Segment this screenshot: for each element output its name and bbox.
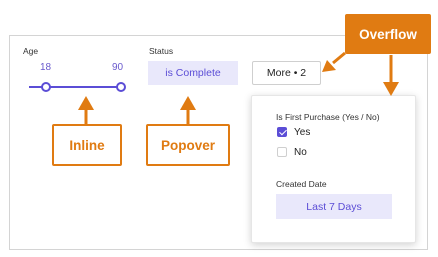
created-date-label: Created Date	[276, 179, 327, 189]
age-slider-max-handle[interactable]	[116, 82, 126, 92]
age-min-value: 18	[40, 62, 52, 73]
yes-checkbox[interactable]	[277, 127, 287, 137]
status-filter-chip[interactable]: is Complete	[148, 61, 238, 85]
overflow-callout: Overflow	[345, 14, 431, 54]
no-checkbox[interactable]	[277, 147, 287, 157]
overflow-dropdown: Is First Purchase (Yes / No) Yes No Crea…	[251, 95, 416, 243]
inline-callout: Inline	[52, 124, 122, 166]
created-date-chip[interactable]: Last 7 Days	[276, 194, 392, 219]
age-label: Age	[23, 46, 39, 56]
first-purchase-label: Is First Purchase (Yes / No)	[276, 112, 380, 122]
age-slider-min-handle[interactable]	[41, 82, 51, 92]
age-max-value: 90	[112, 62, 124, 73]
no-option-label[interactable]: No	[294, 147, 307, 158]
more-filters-button[interactable]: More • 2	[252, 61, 321, 85]
yes-option-label[interactable]: Yes	[294, 127, 310, 138]
popover-callout: Popover	[146, 124, 230, 166]
status-label: Status	[149, 46, 174, 56]
